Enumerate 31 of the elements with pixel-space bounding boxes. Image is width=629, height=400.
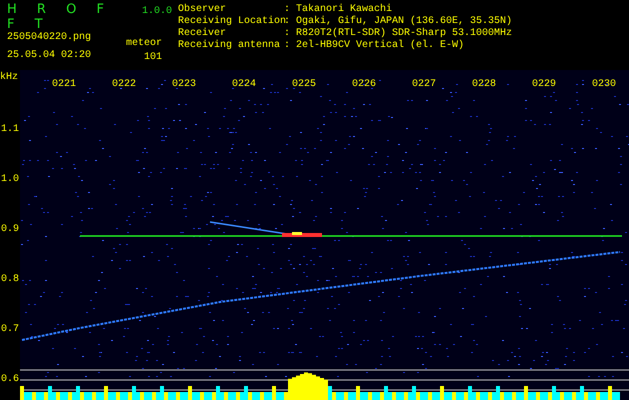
- filename: 2505040220.png: [7, 32, 92, 44]
- unit-label: kHz: [0, 72, 18, 84]
- app-title: H R O F F T: [7, 2, 111, 32]
- time-label: 0226: [352, 79, 376, 91]
- info-value: : Takanori Kawachi: [284, 4, 392, 16]
- info-label: Receiver: [178, 28, 228, 40]
- time-label: 0222: [112, 79, 136, 91]
- time-label: 0227: [412, 79, 436, 91]
- date-time: 25.05.04 02:20: [7, 50, 92, 62]
- frequency-label: 1.1: [1, 124, 20, 136]
- time-label: 0228: [472, 79, 496, 91]
- info-label: Observer: [178, 4, 228, 16]
- info-label: Receiving antenna: [178, 40, 282, 52]
- frequency-label: 0.9: [1, 224, 20, 236]
- time-label: 0224: [232, 79, 256, 91]
- info-value: : R820T2(RTL-SDR) SDR-Sharp 53.1000MHz: [284, 28, 512, 40]
- info-value: : Ogaki, Gifu, JAPAN (136.60E, 35.35N): [284, 16, 512, 28]
- frequency-label: 0.8: [1, 274, 20, 286]
- info-value: : 2el-HB9CV Vertical (el. E-W): [284, 40, 464, 52]
- time-label: 0221: [52, 79, 76, 91]
- meteor-count: 101: [144, 52, 162, 64]
- frequency-label: 0.7: [1, 324, 20, 336]
- time-label: 0230: [592, 79, 616, 91]
- time-label: 0223: [172, 79, 196, 91]
- frequency-label: 0.6: [1, 374, 20, 386]
- count-label: meteor: [126, 38, 162, 50]
- version-number: 1.0.0: [142, 6, 172, 17]
- time-label: 0229: [532, 79, 556, 91]
- frequency-label: 1.0: [1, 174, 20, 186]
- info-label: Receiving Location: [178, 16, 284, 28]
- time-label: 0225: [292, 79, 316, 91]
